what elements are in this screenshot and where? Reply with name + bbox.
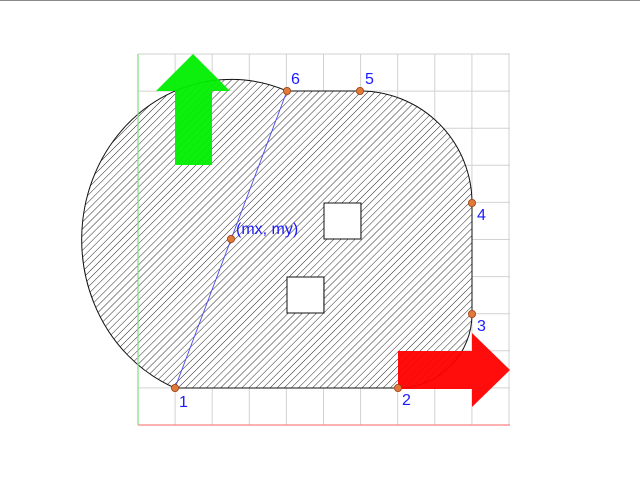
control-point-6[interactable]: [282, 87, 291, 96]
control-point-4[interactable]: [467, 198, 476, 207]
geometry-canvas: 1 2 3 4 5 6 (mx, my): [81, 53, 510, 426]
point-label-6: 6: [291, 71, 300, 88]
point-label-2: 2: [402, 392, 411, 409]
midpoint-marker[interactable]: [226, 234, 235, 243]
point-label-3: 3: [477, 318, 486, 335]
point-label-5: 5: [365, 71, 374, 88]
control-point-5[interactable]: [355, 87, 364, 96]
control-point-3[interactable]: [467, 309, 476, 318]
control-point-1[interactable]: [170, 383, 179, 392]
point-label-4: 4: [477, 207, 486, 224]
midpoint-label: (mx, my): [236, 221, 298, 238]
control-point-2[interactable]: [393, 383, 402, 392]
point-label-1: 1: [179, 394, 188, 411]
